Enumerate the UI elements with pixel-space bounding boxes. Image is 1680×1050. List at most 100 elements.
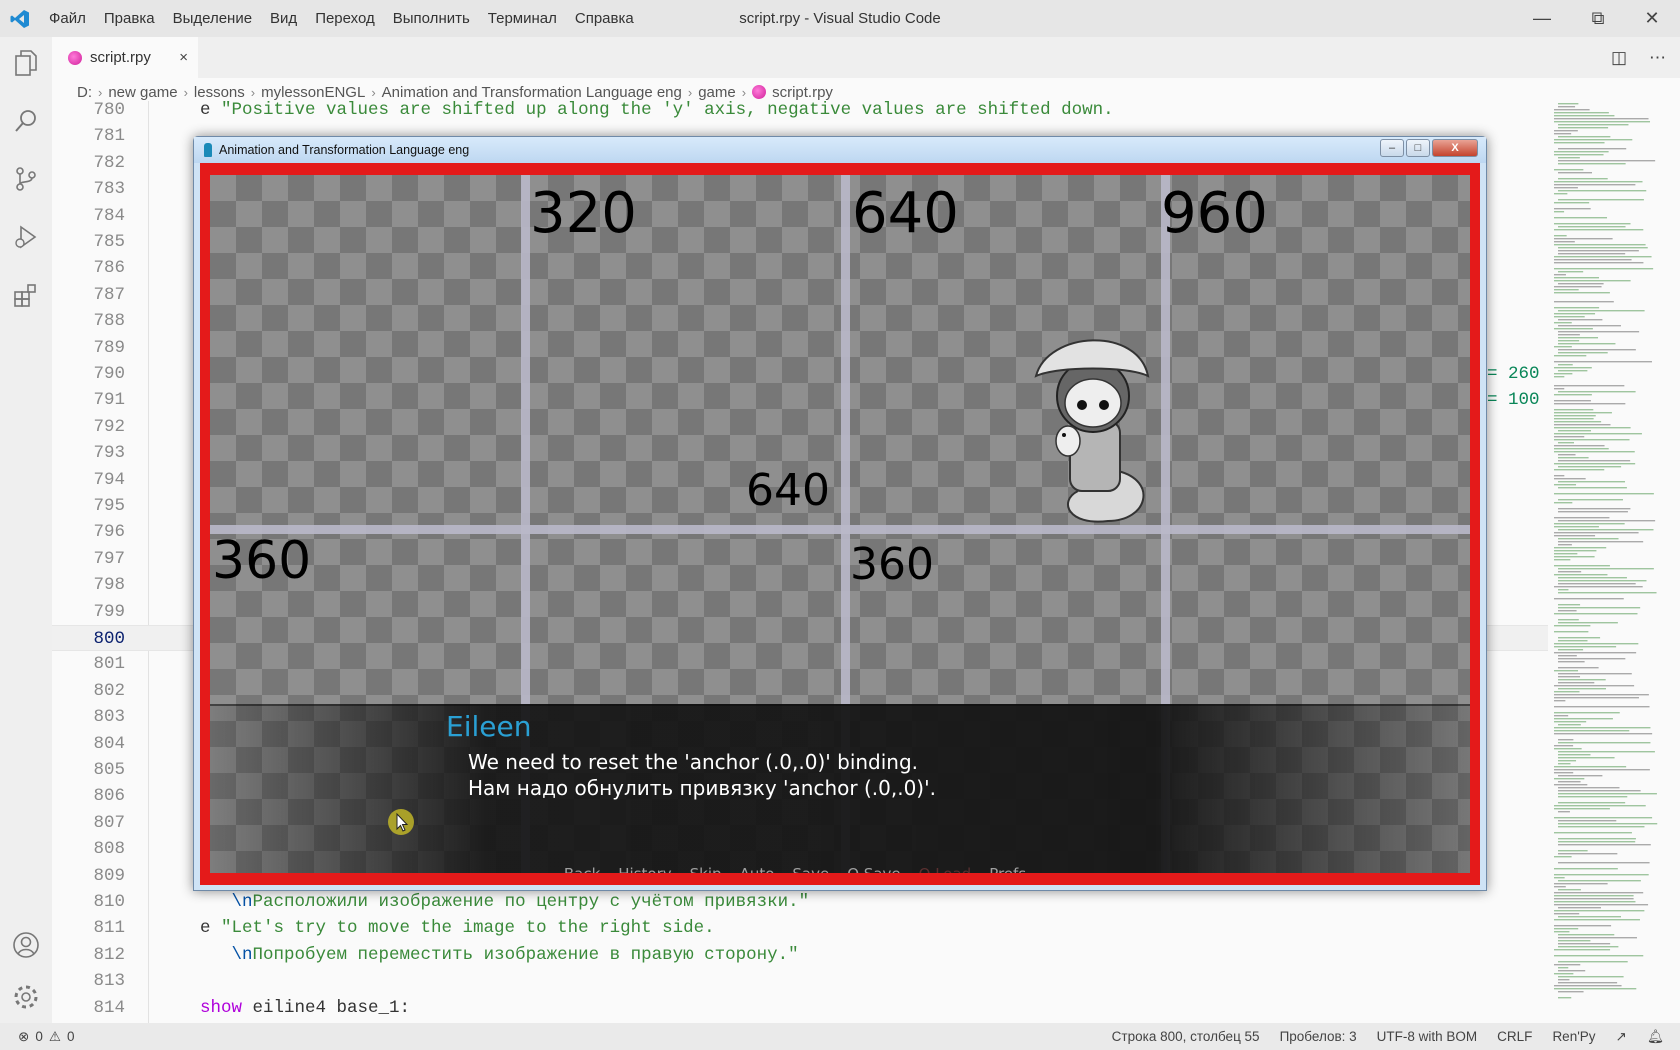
title-bar: Файл Правка Выделение Вид Переход Выполн… (0, 0, 1680, 37)
minimap-line (1558, 487, 1627, 489)
breadcrumb-mylessonengl[interactable]: mylessonENGL (261, 84, 365, 101)
game-close-button[interactable]: X (1432, 139, 1478, 157)
code-line[interactable]: 812 \nПопробуем переместить изображение … (52, 942, 1548, 968)
tab-close-icon[interactable]: × (179, 49, 188, 66)
minimap[interactable] (1548, 101, 1666, 1023)
error-icon: ⊗ (18, 1028, 30, 1044)
minimap-line (1554, 274, 1566, 276)
tab-label: script.rpy (90, 49, 151, 66)
game-viewport[interactable]: 320 640 960 640 360 360 Eileen We need t… (210, 175, 1470, 873)
breadcrumb-lessons[interactable]: lessons (194, 84, 245, 101)
encoding[interactable]: UTF-8 with BOM (1377, 1029, 1478, 1044)
minimap-line (1554, 463, 1636, 465)
problems-indicator[interactable]: ⊗ 0 ⚠ 0 (0, 1029, 74, 1045)
line-number: 793 (93, 443, 125, 464)
line-number: 800 (93, 629, 125, 649)
quick-history-button[interactable]: History (618, 865, 671, 873)
minimap-line (1558, 760, 1577, 762)
minimap-line (1554, 346, 1572, 348)
settings-gear-icon[interactable] (0, 971, 52, 1023)
account-icon[interactable] (0, 919, 52, 971)
minimap-line (1558, 226, 1626, 228)
minimap-line (1554, 817, 1653, 819)
minimap-line (1558, 499, 1623, 501)
minimap-line (1558, 529, 1654, 531)
minimap-line (1558, 961, 1628, 963)
menu-edit[interactable]: Правка (95, 10, 164, 27)
game-maximize-button[interactable]: □ (1406, 139, 1430, 157)
restore-button[interactable]: ⧉ (1570, 0, 1626, 37)
minimap-line (1554, 448, 1609, 450)
code-token: Попробуем переместить изображение в прав… (252, 944, 799, 965)
extensions-icon[interactable] (0, 269, 52, 321)
quick-qsave-button[interactable]: Q.Save (847, 865, 900, 873)
minimap-line (1554, 517, 1610, 519)
minimize-button[interactable]: — (1514, 0, 1570, 37)
menu-view[interactable]: Вид (261, 10, 306, 27)
indentation[interactable]: Пробелов: 3 (1280, 1029, 1357, 1044)
code-line[interactable]: 813 (52, 968, 1548, 994)
split-editor-icon[interactable]: ◫ (1611, 48, 1627, 68)
breadcrumb-new-game[interactable]: new game (108, 84, 177, 101)
code-line[interactable]: 811 e "Let's try to move the image to the… (52, 915, 1548, 941)
tab-script-rpy[interactable]: script.rpy × (52, 37, 198, 78)
minimap-line (1558, 541, 1644, 543)
minimap-line (1558, 688, 1606, 690)
feedback-icon[interactable]: ↗ (1616, 1029, 1627, 1045)
game-window[interactable]: Animation and Transformation Language en… (193, 136, 1487, 891)
quick-skip-button[interactable]: Skip (690, 865, 722, 873)
code-line[interactable]: 780 e "Positive values are shifted up alo… (52, 101, 1548, 123)
minimap-line (1558, 667, 1599, 669)
notifications-bell-icon[interactable]: 🔔︎ (1647, 1029, 1664, 1045)
code-line[interactable]: 814 show eiline4 base_1: (52, 995, 1548, 1021)
search-icon[interactable] (0, 95, 52, 147)
run-debug-icon[interactable] (0, 211, 52, 263)
quick-qload-button[interactable]: Q.Load (919, 865, 972, 873)
more-actions-icon[interactable]: ⋯ (1649, 48, 1666, 68)
minimap-line (1558, 589, 1569, 591)
menu-terminal[interactable]: Терминал (479, 10, 566, 27)
cursor-position[interactable]: Строка 800, столбец 55 (1112, 1029, 1260, 1044)
minimap-line (1554, 730, 1630, 732)
quick-auto-button[interactable]: Auto (740, 865, 775, 873)
tab-bar: script.rpy × ◫ ⋯ (52, 37, 1680, 78)
minimap-line (1558, 190, 1647, 192)
minimap-line (1554, 715, 1569, 717)
minimap-line (1554, 766, 1627, 768)
breadcrumb-drive[interactable]: D: (77, 84, 92, 101)
menu-help[interactable]: Справка (566, 10, 643, 27)
close-button[interactable]: ✕ (1624, 0, 1680, 37)
menu-run[interactable]: Выполнить (384, 10, 479, 27)
menu-file[interactable]: Файл (40, 10, 95, 27)
game-minimize-button[interactable]: – (1380, 139, 1404, 157)
breadcrumb-project[interactable]: Animation and Transformation Language en… (382, 84, 682, 101)
language-mode[interactable]: Ren'Py (1552, 1029, 1595, 1044)
quick-prefs-button[interactable]: Prefs (989, 865, 1026, 873)
minimap-line (1554, 565, 1610, 567)
minimap-line (1558, 580, 1647, 582)
menu-selection[interactable]: Выделение (164, 10, 261, 27)
game-window-titlebar[interactable]: Animation and Transformation Language en… (194, 137, 1486, 163)
line-ending[interactable]: CRLF (1497, 1029, 1532, 1044)
minimap-line (1558, 454, 1576, 456)
menu-go[interactable]: Переход (306, 10, 384, 27)
minimap-line (1558, 880, 1641, 882)
minimap-line (1554, 436, 1585, 438)
line-number: 805 (93, 760, 125, 780)
breadcrumb-file[interactable]: script.rpy (772, 84, 833, 101)
minimap-line (1558, 457, 1589, 459)
minimap-line (1554, 181, 1643, 183)
source-control-icon[interactable] (0, 153, 52, 205)
dialogue-box[interactable]: Eileen We need to reset the 'anchor (.0,… (210, 704, 1470, 873)
code-token: "Let's try to move the image to the righ… (221, 918, 715, 939)
code-line[interactable]: 810 \nРасположили изображение по центру … (52, 889, 1548, 915)
renpy-app-icon (204, 143, 212, 157)
breadcrumb-game[interactable]: game (698, 84, 736, 101)
explorer-icon[interactable] (0, 37, 52, 89)
quick-back-button[interactable]: Back (564, 865, 600, 873)
chevron-right-icon: › (371, 84, 376, 100)
minimap-line (1554, 484, 1577, 486)
quick-save-button[interactable]: Save (792, 865, 829, 873)
minimap-line (1558, 250, 1639, 252)
